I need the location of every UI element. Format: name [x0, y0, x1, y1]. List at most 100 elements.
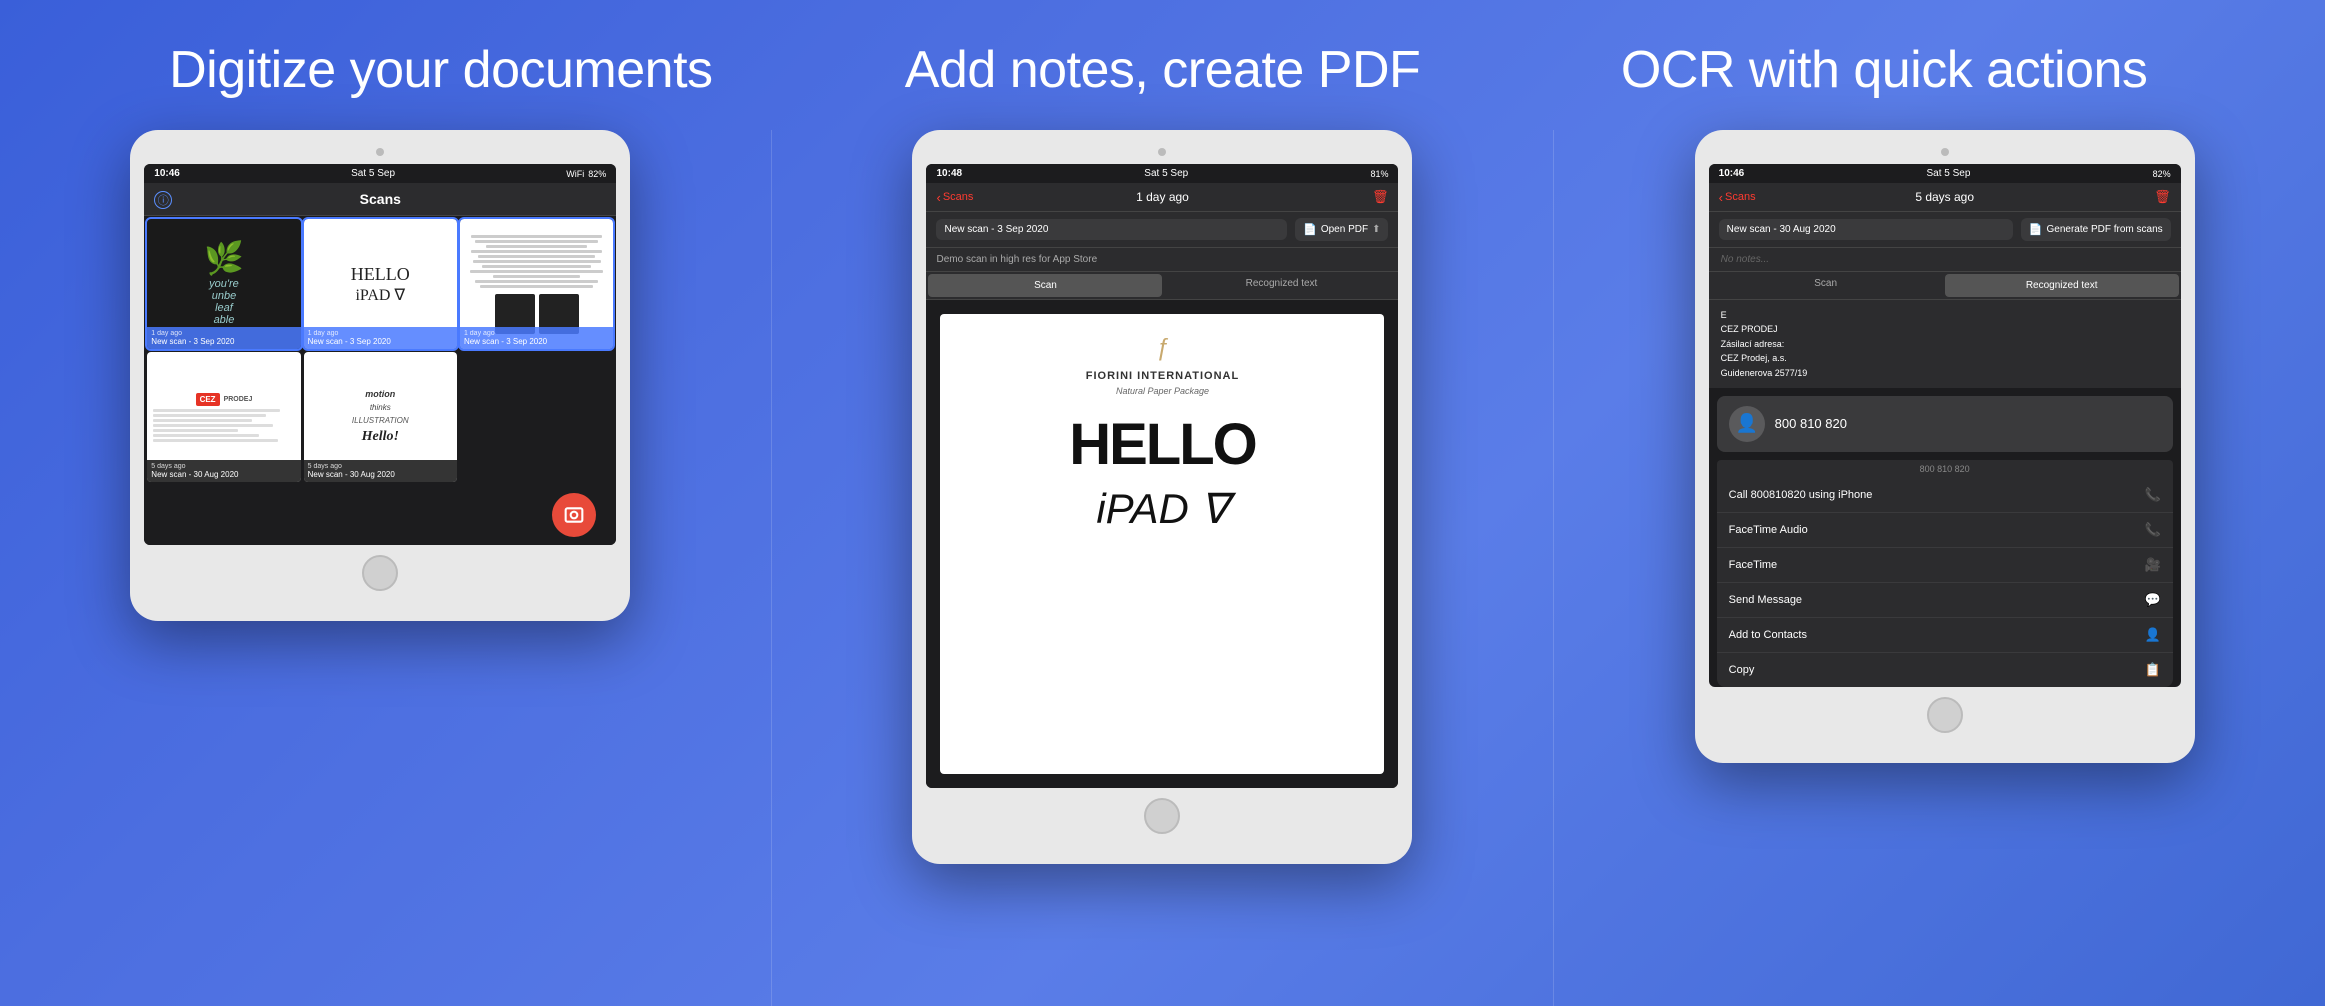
home-button-3[interactable]: [1927, 697, 1963, 733]
scan-thumb-hw[interactable]: motion thinks ILLUSTRATION Hello! 5 days…: [304, 352, 457, 482]
contact-phone-number: 800 810 820: [1775, 416, 1847, 431]
back-button-3[interactable]: ‹ Scans: [1719, 190, 1756, 205]
back-label-3: Scans: [1725, 191, 1756, 203]
action-call-label: Call 800810820 using iPhone: [1729, 489, 1873, 501]
scan-name-field-3[interactable]: New scan - 30 Aug 2020: [1719, 219, 2013, 240]
ocr-line-4: CEZ Prodej, a.s.: [1721, 351, 2169, 365]
message-icon: 💬: [2144, 592, 2160, 608]
open-pdf-label: Open PDF: [1321, 224, 1368, 235]
panel-divider-1: [771, 130, 772, 1006]
scan-thumb-cez[interactable]: CEZ PRODEJ: [147, 352, 300, 482]
time-1: 10:46: [154, 168, 180, 179]
action-facetime-audio[interactable]: FaceTime Audio 📞: [1717, 513, 2173, 548]
scans-grid: 🌿 you're unbe leaf able 1 day ago New sc…: [144, 216, 616, 485]
section-titles-row: Digitize your documents Add notes, creat…: [0, 0, 2325, 130]
battery-3: 82%: [2153, 169, 2171, 179]
action-add-contacts[interactable]: Add to Contacts 👤: [1717, 618, 2173, 653]
scan-thumb-text[interactable]: 1 day ago New scan - 3 Sep 2020: [460, 219, 613, 349]
scan-thumb-plant[interactable]: 🌿 you're unbe leaf able 1 day ago New sc…: [147, 219, 300, 349]
ipad-screen-2: 10:48 Sat 5 Sep 81% ‹ Scans 1 day ago 🗑 …: [926, 164, 1398, 788]
back-button-2[interactable]: ‹ Scans: [936, 190, 973, 205]
status-bar-3: 10:46 Sat 5 Sep 82%: [1709, 164, 2181, 183]
info-button[interactable]: ⓘ: [154, 191, 172, 209]
back-chevron-icon-3: ‹: [1719, 190, 1723, 205]
generate-pdf-button[interactable]: 📄 Generate PDF from scans: [2021, 218, 2171, 241]
open-pdf-button[interactable]: 📄 Open PDF ⬆: [1295, 218, 1388, 241]
scan-label-text: 1 day ago New scan - 3 Sep 2020: [460, 327, 613, 349]
ocr-line-1: E: [1721, 308, 2169, 322]
trash-button-3[interactable]: 🗑: [2154, 189, 2171, 205]
scan-label-hw: 5 days ago New scan - 30 Aug 2020: [304, 460, 457, 482]
scan-thumb-hello[interactable]: HELLO iPAD ∇ 1 day ago New scan - 3 Sep …: [304, 219, 457, 349]
status-bar-1: 10:46 Sat 5 Sep WiFi 82%: [144, 164, 616, 183]
action-facetime-audio-label: FaceTime Audio: [1729, 524, 1808, 536]
pdf-notes-area[interactable]: Demo scan in high res for App Store: [926, 248, 1398, 272]
action-copy[interactable]: Copy 📋: [1717, 653, 2173, 687]
action-facetime[interactable]: FaceTime 🎥: [1717, 548, 2173, 583]
ocr-line-2: CEZ PRODEJ: [1721, 322, 2169, 336]
icons-1: WiFi 82%: [566, 169, 606, 179]
text-line: [478, 255, 594, 258]
call-icon: 📞: [2144, 487, 2160, 503]
back-label-2: Scans: [943, 191, 974, 203]
panel2-title: Add notes, create PDF: [802, 40, 1524, 100]
tab-scan-3[interactable]: Scan: [1709, 272, 1943, 299]
pdf-file-icon-3: 📄: [2029, 223, 2043, 236]
doc-logo: ƒ: [1156, 334, 1169, 362]
text-line: [475, 240, 599, 243]
ocr-line-3: Zásilací adresa:: [1721, 337, 2169, 351]
time-2: 10:48: [936, 168, 962, 179]
tab-scan-2[interactable]: Scan: [928, 274, 1162, 297]
facetime-audio-icon: 📞: [2144, 522, 2160, 538]
action-facetime-label: FaceTime: [1729, 559, 1778, 571]
text-line: [480, 285, 593, 288]
panel3-title: OCR with quick actions: [1523, 40, 2245, 100]
scan-label-hello: 1 day ago New scan - 3 Sep 2020: [304, 327, 457, 349]
text-line: [470, 270, 604, 273]
action-call[interactable]: Call 800810820 using iPhone 📞: [1717, 478, 2173, 513]
pdf-nav: ‹ Scans 1 day ago 🗑: [926, 183, 1398, 212]
no-notes-area[interactable]: No notes...: [1709, 248, 2181, 272]
phone-number-label: 800 810 820: [1717, 460, 2173, 478]
panels-row: 10:46 Sat 5 Sep WiFi 82% ⓘ Scans 🌿 you'r…: [0, 130, 2325, 1006]
tab-recognized-2[interactable]: Recognized text: [1164, 272, 1398, 299]
text-line: [486, 245, 588, 248]
scan-fab-button[interactable]: [552, 493, 596, 537]
tab-recognized-3[interactable]: Recognized text: [1945, 274, 2179, 297]
scans-title: Scans: [174, 191, 586, 207]
date-1: Sat 5 Sep: [351, 168, 395, 179]
ipad-panel-3: 10:46 Sat 5 Sep 82% ‹ Scans 5 days ago 🗑…: [1695, 130, 2195, 763]
text-line: [473, 260, 601, 263]
ocr-tabs: Scan Recognized text: [1709, 272, 2181, 300]
doc-ipad: iPAD ∇: [1096, 484, 1228, 533]
contact-card: 👤 800 810 820: [1717, 396, 2173, 452]
panel1-title: Digitize your documents: [80, 40, 802, 100]
share-icon: ⬆: [1372, 224, 1380, 235]
icons-3: 82%: [2153, 169, 2171, 179]
ocr-line-5: Guidenerova 2577/19: [1721, 366, 2169, 380]
ipad-panel-2: 10:48 Sat 5 Sep 81% ‹ Scans 1 day ago 🗑 …: [912, 130, 1412, 864]
scans-header: ⓘ Scans: [144, 183, 616, 216]
nav-title-3: 5 days ago: [1915, 190, 1974, 204]
action-add-contacts-label: Add to Contacts: [1729, 629, 1807, 641]
action-message[interactable]: Send Message 💬: [1717, 583, 2173, 618]
ipad-screen-3: 10:46 Sat 5 Sep 82% ‹ Scans 5 days ago 🗑…: [1709, 164, 2181, 687]
text-line: [475, 280, 599, 283]
scan-recognized-tabs: Scan Recognized text: [926, 272, 1398, 300]
generate-pdf-label: Generate PDF from scans: [2047, 224, 2163, 235]
doc-hello: HELLO: [1069, 416, 1256, 474]
add-contacts-icon: 👤: [2144, 627, 2160, 643]
scan-label-plant: 1 day ago New scan - 3 Sep 2020: [147, 327, 300, 349]
scan-name-field[interactable]: New scan - 3 Sep 2020: [936, 219, 1287, 240]
copy-icon: 📋: [2144, 662, 2160, 678]
cez-header: CEZ PRODEJ: [196, 393, 253, 406]
ipad-panel-1: 10:46 Sat 5 Sep WiFi 82% ⓘ Scans 🌿 you'r…: [130, 130, 630, 621]
scan-label-cez: 5 days ago New scan - 30 Aug 2020: [147, 460, 300, 482]
ipad-screen-1: 10:46 Sat 5 Sep WiFi 82% ⓘ Scans 🌿 you'r…: [144, 164, 616, 545]
trash-button[interactable]: 🗑: [1372, 189, 1389, 205]
panel-divider-2: [1553, 130, 1554, 1006]
nav-title-2: 1 day ago: [1136, 190, 1189, 204]
home-button-2[interactable]: [1144, 798, 1180, 834]
home-button-1[interactable]: [362, 555, 398, 591]
text-line: [482, 265, 591, 268]
